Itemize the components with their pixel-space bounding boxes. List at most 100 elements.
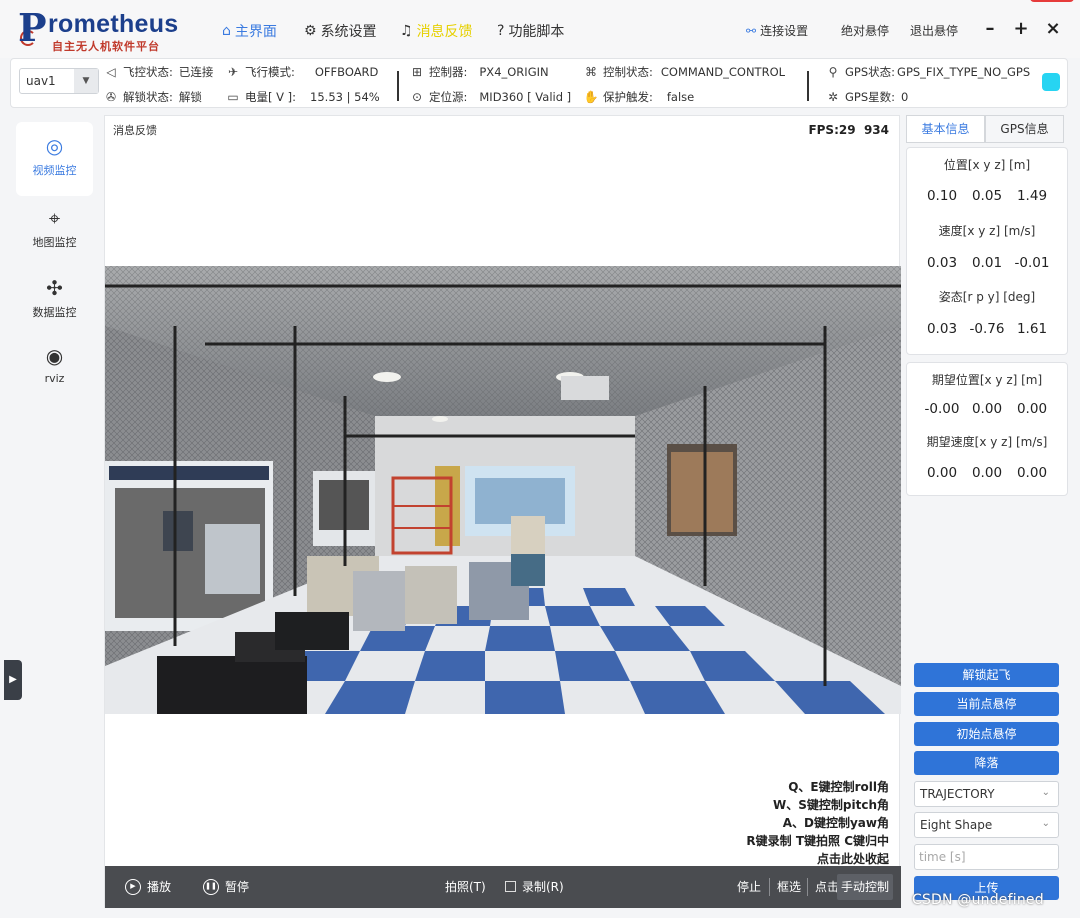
pause-button[interactable]: ❚❚ 暂停 bbox=[203, 878, 249, 895]
click-button[interactable]: 点击 bbox=[815, 878, 839, 895]
satellite-count-icon: ✲ bbox=[827, 90, 839, 104]
desired-position-x: -0.00 bbox=[924, 401, 960, 417]
panel-title: 消息反馈 bbox=[113, 124, 157, 137]
controller-value: PX4_ORIGIN bbox=[479, 65, 549, 79]
sidebar-item-map[interactable]: ⌖ 地图监控 bbox=[16, 194, 93, 268]
fps-extra: 934 bbox=[863, 123, 889, 137]
desired-velocity-title: 期望速度[x y z] [m/s] bbox=[926, 435, 1048, 449]
control-state-value: COMMAND_CONTROL bbox=[660, 65, 786, 79]
sidebar-toggle-button[interactable]: ▶ bbox=[4, 660, 22, 700]
desired-position-z: 0.00 bbox=[1016, 401, 1048, 417]
logo-subtitle: 自主无人机软件平台 bbox=[52, 40, 160, 53]
land-button[interactable]: 降落 bbox=[914, 751, 1059, 775]
nav-scripts[interactable]: ? 功能脚本 bbox=[497, 20, 564, 42]
camera-icon: ◎ bbox=[45, 134, 64, 158]
drone-icon: ✣ bbox=[46, 276, 63, 300]
sidebar-item-rviz[interactable]: ◉ rviz bbox=[16, 332, 93, 406]
watermark: CSDN @undefined bbox=[912, 892, 1044, 908]
uav-select[interactable]: uav1 ▼ bbox=[19, 68, 99, 94]
flight-mode-status: ✈ 飞行模式: OFFBOARD bbox=[225, 64, 378, 80]
protect-label: 保护触发: bbox=[603, 90, 653, 104]
record-toggle[interactable]: 录制(R) bbox=[505, 878, 564, 895]
bell-icon: ♫ bbox=[400, 23, 413, 39]
stop-button[interactable]: 停止 bbox=[737, 878, 761, 895]
logo-initial: P bbox=[18, 5, 47, 50]
photo-button[interactable]: 拍照(T) bbox=[445, 878, 486, 895]
flight-ctrl-status: ◁ 飞控状态: 已连接 bbox=[103, 64, 213, 80]
velocity-z: -0.01 bbox=[1014, 255, 1050, 271]
help-icon: ? bbox=[497, 23, 505, 39]
settings-icon: ⚙ bbox=[304, 23, 317, 39]
mode-select[interactable]: TRAJECTORY ⌄ bbox=[914, 781, 1059, 807]
sidebar-item-video[interactable]: ◎ 视频监控 bbox=[16, 122, 93, 196]
maximize-button[interactable]: + bbox=[1011, 18, 1031, 40]
velocity-title: 速度[x y z] [m/s] bbox=[938, 224, 1036, 238]
close-button[interactable]: × bbox=[1043, 18, 1063, 40]
protect-value: false bbox=[666, 90, 695, 104]
hint-record: R键录制 T键拍照 C键归中 bbox=[746, 834, 889, 848]
control-state-label: 控制状态: bbox=[603, 65, 653, 79]
protect-status: ✋ 保护触发: false bbox=[583, 89, 695, 105]
attitude-title: 姿态[r p y] [deg] bbox=[938, 290, 1036, 304]
state-card: 位置[x y z] [m] 0.10 0.05 1.49 速度[x y z] [… bbox=[906, 147, 1068, 355]
flight-ctrl-label: 飞控状态: bbox=[123, 65, 173, 79]
desired-velocity-y: 0.00 bbox=[971, 465, 1003, 481]
info-tabs: 基本信息 GPS信息 bbox=[906, 115, 1068, 143]
sidebar: ◎ 视频监控 ⌖ 地图监控 ✣ 数据监控 ◉ rviz bbox=[10, 114, 97, 874]
desired-card: 期望位置[x y z] [m] -0.00 0.00 0.00 期望速度[x y… bbox=[906, 362, 1068, 496]
home-icon: ⌂ bbox=[222, 23, 231, 39]
absolute-hover-button[interactable]: 绝对悬停 bbox=[841, 22, 889, 39]
flight-ctrl-value: 已连接 bbox=[178, 65, 214, 79]
chevron-down-icon: ⌄ bbox=[1041, 818, 1050, 829]
pause-label: 暂停 bbox=[225, 880, 250, 894]
desired-velocity-z: 0.00 bbox=[1016, 465, 1048, 481]
play-icon: ▶ bbox=[125, 878, 141, 895]
flight-mode-label: 飞行模式: bbox=[245, 65, 295, 79]
tab-basic-info[interactable]: 基本信息 bbox=[906, 115, 985, 143]
battery-value: 15.53 | 54% bbox=[310, 90, 380, 104]
record-checkbox[interactable] bbox=[505, 881, 516, 892]
nav-home[interactable]: ⌂ 主界面 bbox=[222, 20, 277, 42]
time-input[interactable] bbox=[914, 844, 1059, 870]
attitude-roll: 0.03 bbox=[926, 321, 958, 337]
tab-gps-info[interactable]: GPS信息 bbox=[985, 115, 1064, 143]
chevron-down-icon: ⌄ bbox=[1041, 787, 1050, 798]
control-state-status: ⌘ 控制状态: COMMAND_CONTROL bbox=[583, 64, 785, 80]
battery-label: 电量[ V ]: bbox=[245, 90, 297, 104]
controller-status: ⊞ 控制器: PX4_ORIGIN bbox=[409, 64, 549, 80]
sidebar-item-label: rviz bbox=[44, 372, 65, 385]
shape-select[interactable]: Eight Shape ⌄ bbox=[914, 812, 1059, 838]
manual-control-button[interactable]: 手动控制 bbox=[836, 874, 893, 900]
pause-icon: ❚❚ bbox=[203, 878, 219, 895]
position-title: 位置[x y z] [m] bbox=[943, 158, 1031, 172]
velocity-x: 0.03 bbox=[926, 255, 958, 271]
box-select-button[interactable]: 框选 bbox=[777, 878, 801, 895]
minimize-button[interactable]: – bbox=[980, 18, 1000, 40]
plane-icon: ✈ bbox=[227, 65, 239, 79]
gps-state-status: ⚲ GPS状态: GPS_FIX_TYPE_NO_GPS bbox=[825, 64, 1031, 80]
camera-feed-image bbox=[105, 266, 901, 714]
nav-settings[interactable]: ⚙ 系统设置 bbox=[304, 20, 377, 42]
logo-text: rometheus bbox=[48, 10, 179, 38]
location-status: ⊙ 定位源: MID360 [ Valid ] bbox=[409, 89, 571, 105]
chevron-right-icon: ▶ bbox=[9, 674, 17, 685]
arm-takeoff-button[interactable]: 解锁起飞 bbox=[914, 663, 1059, 687]
battery-icon: ▭ bbox=[227, 90, 239, 104]
hover-initial-button[interactable]: 初始点悬停 bbox=[914, 722, 1059, 746]
exit-hover-button[interactable]: 退出悬停 bbox=[910, 22, 958, 39]
nav-scripts-label: 功能脚本 bbox=[508, 24, 565, 40]
satellite-icon: ⚲ bbox=[828, 65, 838, 79]
nav-home-label: 主界面 bbox=[234, 24, 277, 40]
sidebar-item-data[interactable]: ✣ 数据监控 bbox=[16, 264, 93, 338]
unlock-status: ✇ 解锁状态: 解锁 bbox=[103, 89, 202, 105]
video-control-bar: ▶ 播放 ❚❚ 暂停 拍照(T) 录制(R) 停止 框选 点击 手动控制 bbox=[105, 866, 901, 908]
fps-readout: FPS:29 934 bbox=[808, 123, 889, 137]
nav-messages[interactable]: ♫ 消息反馈 bbox=[400, 20, 473, 42]
hover-current-button[interactable]: 当前点悬停 bbox=[914, 692, 1059, 716]
connect-settings-button[interactable]: ⚯ 连接设置 bbox=[746, 22, 808, 39]
camera-feed[interactable] bbox=[105, 266, 901, 714]
video-panel: 消息反馈 FPS:29 934 Q、E键控制roll角 W、S键控制pitch角… bbox=[104, 115, 901, 908]
divider bbox=[807, 878, 808, 896]
play-button[interactable]: ▶ 播放 bbox=[125, 878, 171, 895]
hint-roll: Q、E键控制roll角 bbox=[788, 780, 889, 794]
